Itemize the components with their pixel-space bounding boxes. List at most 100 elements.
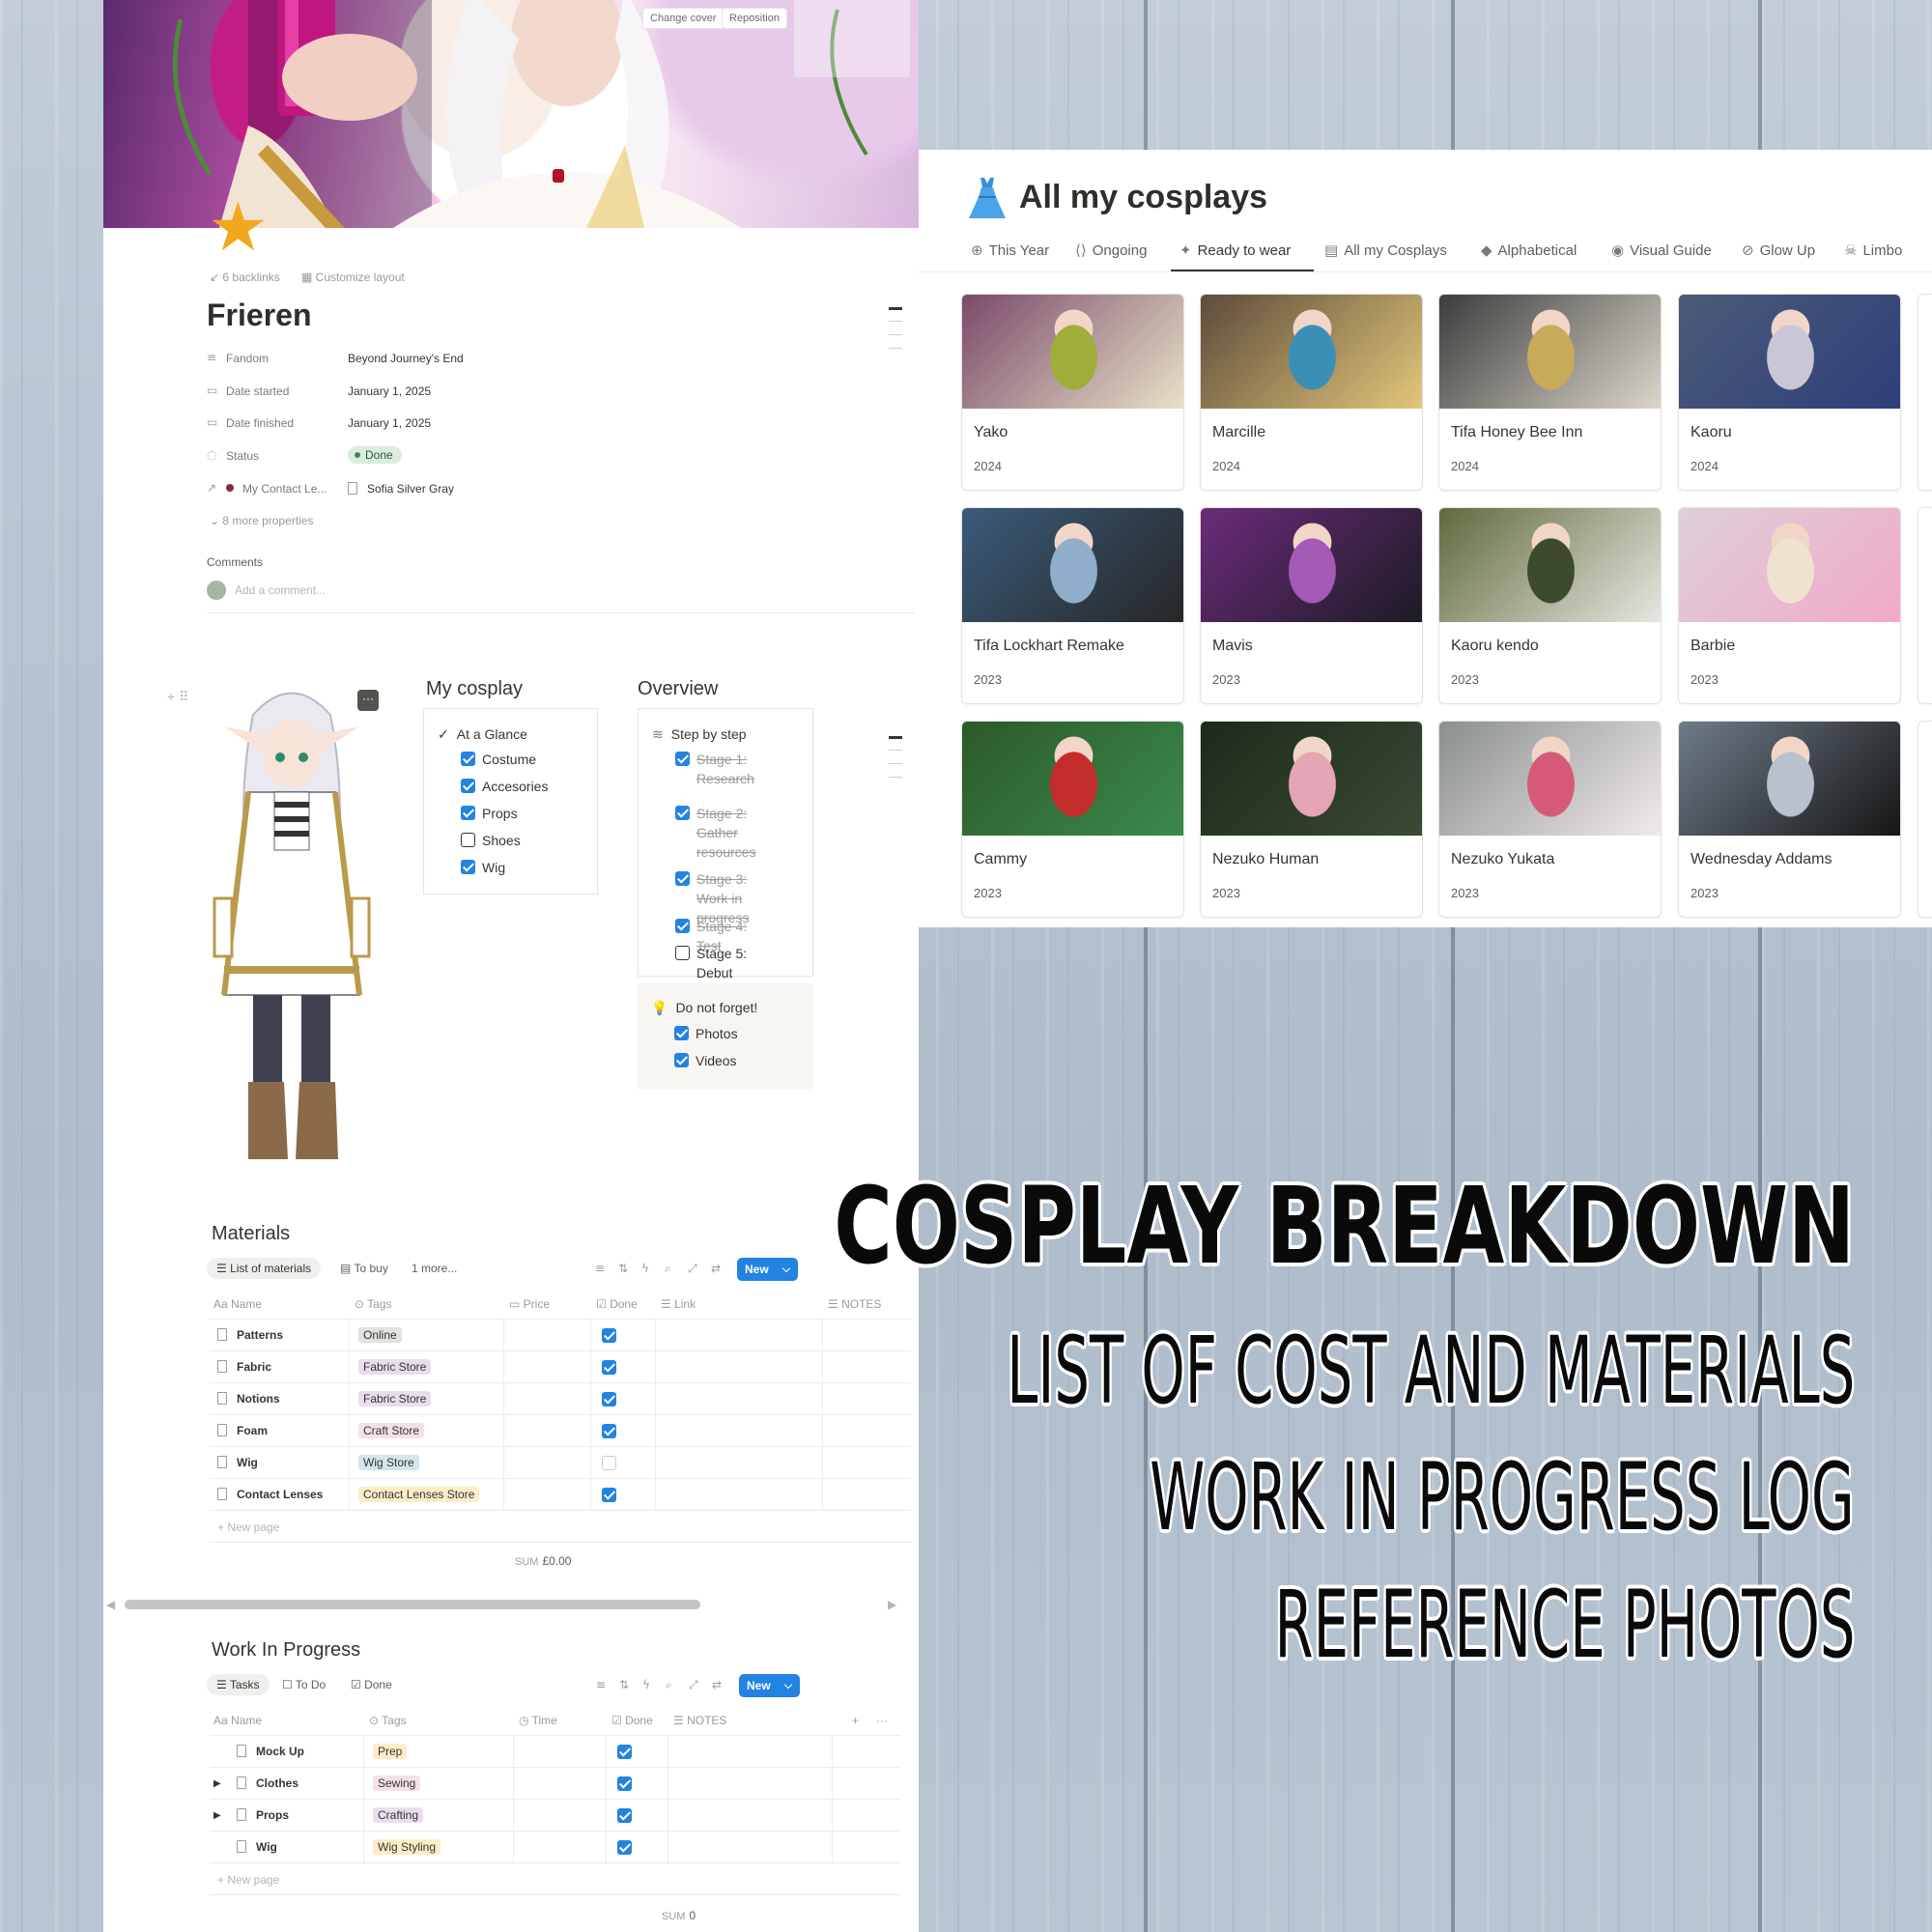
column-time[interactable]: ◷ Time: [519, 1706, 557, 1735]
checklist-item[interactable]: Stage 2: Gather resources: [675, 804, 772, 862]
backlinks[interactable]: ↙ 6 backlinks: [210, 270, 280, 284]
cosplay-photo[interactable]: [962, 295, 1183, 409]
row-done[interactable]: [602, 1383, 617, 1415]
cosplay-card[interactable]: Kaoru 2024: [1678, 294, 1901, 491]
expand-icon[interactable]: ⤢: [689, 1678, 698, 1692]
checklist-item[interactable]: Wig: [461, 858, 586, 877]
checkbox-checked[interactable]: [617, 1745, 632, 1759]
row-tag[interactable]: Sewing: [373, 1768, 421, 1800]
checklist-item[interactable]: Shoes: [461, 831, 586, 850]
gallery-tab[interactable]: ☠ Limbo: [1844, 242, 1902, 259]
checklist-item[interactable]: Costume: [461, 750, 586, 769]
column-price[interactable]: ▭ Price: [509, 1290, 550, 1319]
row-name[interactable]: Foam: [217, 1415, 268, 1447]
outline-marker[interactable]: [889, 750, 902, 751]
more-options-icon[interactable]: ···: [876, 1706, 888, 1735]
filter-icon[interactable]: ≡: [595, 1262, 605, 1275]
checklist-item[interactable]: Stage 5: Debut: [675, 944, 772, 982]
column-done[interactable]: ☑ Done: [596, 1290, 638, 1319]
star-icon[interactable]: ★: [208, 193, 275, 261]
cosplay-photo[interactable]: [1679, 722, 1900, 836]
cosplay-card[interactable]: Nezuko Yukata 2023: [1438, 721, 1662, 918]
comment-input[interactable]: Add a comment...: [235, 583, 326, 597]
tag-badge[interactable]: Contact Lenses Store: [358, 1487, 480, 1502]
view-done[interactable]: ☑ Done: [351, 1678, 392, 1691]
cosplay-card[interactable]: Tifa Honey Bee Inn 2024: [1438, 294, 1662, 491]
search-icon[interactable]: ⌕: [666, 1678, 672, 1692]
outline-marker[interactable]: [889, 777, 902, 778]
cosplay-photo[interactable]: [1439, 508, 1661, 622]
row-name[interactable]: Wig: [237, 1832, 277, 1863]
cosplay-photo[interactable]: [962, 508, 1183, 622]
row-done[interactable]: [602, 1479, 617, 1511]
cosplay-photo[interactable]: [1679, 295, 1900, 409]
outline-marker[interactable]: [889, 736, 902, 739]
tag-badge[interactable]: Crafting: [373, 1807, 424, 1823]
expand-toggle-icon[interactable]: ▶: [213, 1800, 221, 1832]
change-cover-button[interactable]: Change cover: [642, 8, 724, 29]
checklist-item[interactable]: Accesories: [461, 777, 586, 796]
table-row[interactable]: Contact Lenses Contact Lenses Store: [210, 1478, 911, 1511]
gallery-tab[interactable]: ⊘ Glow Up: [1742, 242, 1815, 259]
checkbox-checked[interactable]: [617, 1840, 632, 1855]
checkbox-checked[interactable]: [674, 1026, 689, 1040]
column-tags[interactable]: ⊙ Tags: [355, 1290, 392, 1319]
sum-footer[interactable]: SUM £0.00: [515, 1554, 571, 1568]
property-status[interactable]: ◌ Status Done: [207, 441, 748, 469]
cosplay-card[interactable]: Nezuko Human 2023: [1200, 721, 1423, 918]
sort-icon[interactable]: ⇅: [618, 1262, 628, 1275]
cosplay-photo[interactable]: [1439, 722, 1661, 836]
checkbox-checked[interactable]: [675, 752, 690, 766]
row-name[interactable]: Contact Lenses: [217, 1479, 323, 1511]
settings-icon[interactable]: ⇄: [712, 1678, 722, 1691]
column-tags[interactable]: ⊙ Tags: [369, 1706, 407, 1735]
filter-icon[interactable]: ≡: [596, 1678, 606, 1691]
column-done[interactable]: ☑ Done: [611, 1706, 653, 1735]
tag-badge[interactable]: Prep: [373, 1744, 408, 1759]
row-name[interactable]: Props: [237, 1800, 289, 1832]
table-row[interactable]: ▶ Clothes Sewing: [210, 1767, 901, 1800]
customize-layout[interactable]: ▦ Customize layout: [301, 270, 405, 284]
settings-icon[interactable]: ⇄: [711, 1262, 721, 1275]
view-to-do[interactable]: ☐ To Do: [282, 1678, 326, 1691]
property-date-started[interactable]: ▭ Date started January 1, 2025: [207, 377, 748, 404]
row-tag[interactable]: Fabric Store: [358, 1351, 432, 1383]
tag-badge[interactable]: Fabric Store: [358, 1359, 432, 1375]
expand-toggle-icon[interactable]: ▶: [213, 1768, 221, 1800]
scroll-left-icon[interactable]: ◀: [106, 1598, 115, 1611]
cosplay-photo[interactable]: [1201, 295, 1422, 409]
automation-icon[interactable]: ϟ: [642, 1678, 650, 1691]
horizontal-scrollbar[interactable]: [125, 1600, 700, 1609]
tag-badge[interactable]: Sewing: [373, 1776, 421, 1791]
new-page-button[interactable]: + New page: [217, 1873, 279, 1887]
property-contact[interactable]: ↗ My Contact Le... Sofia Silver Gray: [207, 474, 748, 501]
tag-badge[interactable]: Craft Store: [358, 1423, 425, 1438]
cosplay-photo[interactable]: [962, 722, 1183, 836]
checkbox-checked[interactable]: [602, 1424, 616, 1438]
row-name[interactable]: Fabric: [217, 1351, 271, 1383]
tag-badge[interactable]: Online: [358, 1327, 402, 1343]
checkbox-checked[interactable]: [675, 919, 690, 933]
column-link[interactable]: ☰ Link: [661, 1290, 696, 1319]
outline-marker[interactable]: [889, 348, 902, 349]
checklist-item[interactable]: Props: [461, 804, 586, 823]
row-done[interactable]: [602, 1320, 617, 1351]
table-row[interactable]: ▶ Props Crafting: [210, 1799, 901, 1832]
view-to-buy[interactable]: ▤ To buy: [340, 1262, 388, 1275]
checkbox-checked[interactable]: [674, 1053, 689, 1067]
cosplay-photo[interactable]: [1439, 295, 1661, 409]
gallery-tab[interactable]: ⟨⟩ Ongoing: [1075, 242, 1147, 259]
sum-footer[interactable]: SUM 0: [662, 1909, 696, 1922]
cosplay-card[interactable]: Wednesday Addams 2023: [1678, 721, 1901, 918]
checkbox-unchecked[interactable]: [675, 946, 690, 960]
reposition-button[interactable]: Reposition: [722, 8, 787, 29]
cosplay-card[interactable]: Marcille 2024: [1200, 294, 1423, 491]
checkbox-checked[interactable]: [617, 1776, 632, 1791]
checkbox-unchecked[interactable]: [602, 1456, 616, 1470]
status-badge[interactable]: Done: [348, 446, 402, 464]
cosplay-card-partial[interactable]: [1918, 294, 1932, 491]
cosplay-card-partial[interactable]: [1918, 721, 1932, 918]
checkbox-unchecked[interactable]: [461, 833, 475, 847]
checkbox-checked[interactable]: [602, 1392, 616, 1406]
property-fandom[interactable]: ≡ Fandom Beyond Journey's End: [207, 344, 748, 371]
